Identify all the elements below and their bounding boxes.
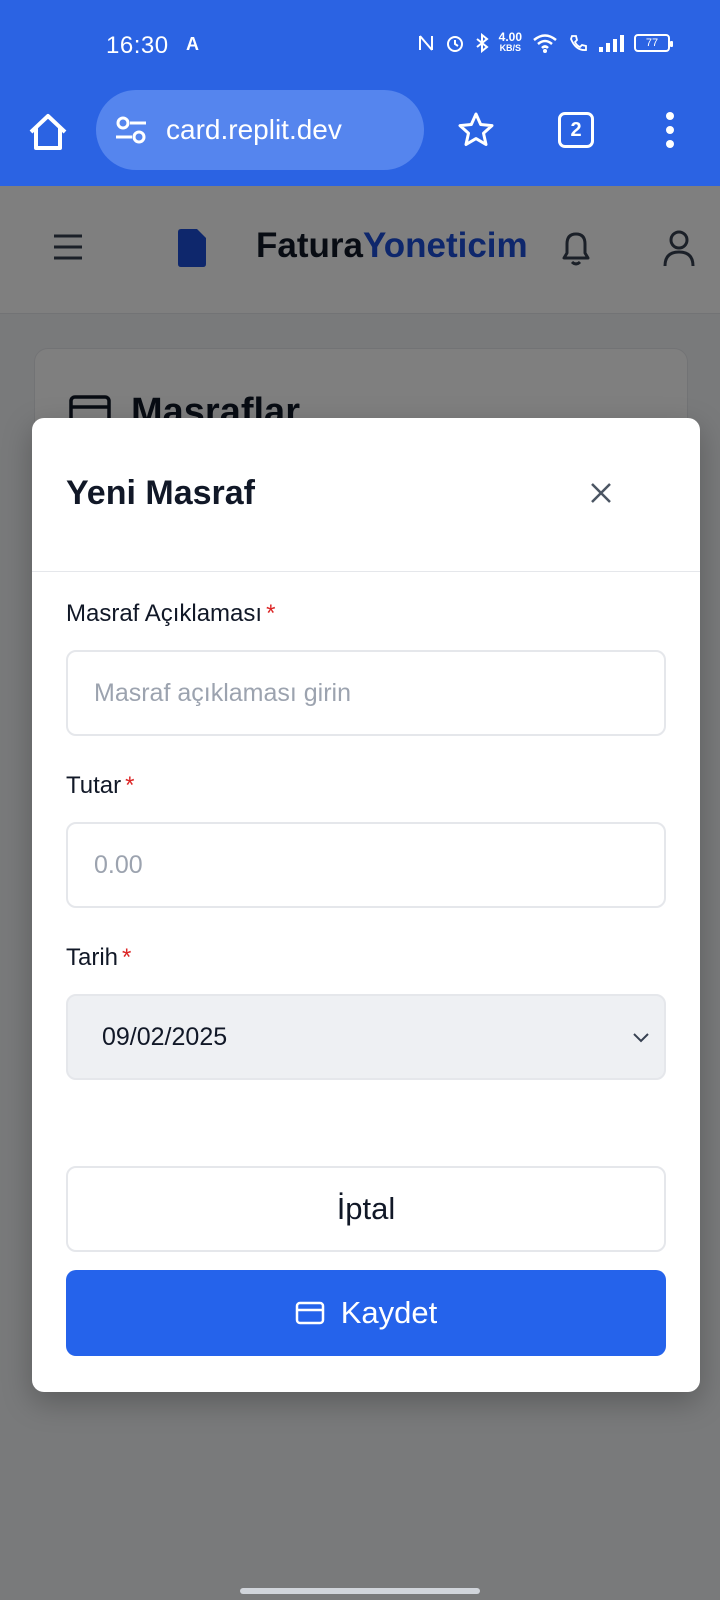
- battery-icon: 77: [634, 34, 673, 52]
- description-label: Masraf Açıklaması *: [66, 600, 276, 627]
- modal-title: Yeni Masraf: [66, 474, 255, 512]
- amount-label: Tutar *: [66, 772, 135, 799]
- cancel-button[interactable]: İptal: [66, 1166, 666, 1252]
- bluetooth-icon: [476, 33, 489, 53]
- description-input[interactable]: Masraf açıklaması girin: [66, 650, 666, 736]
- url-text: card.replit.dev: [166, 114, 342, 145]
- site-settings-icon[interactable]: [114, 113, 148, 147]
- alarm-icon: [446, 36, 463, 52]
- status-icons: 4.00 KB/S 77: [417, 30, 673, 54]
- date-label: Tarih *: [66, 944, 132, 971]
- amount-input[interactable]: 0.00: [66, 822, 666, 908]
- network-speed: 4.00 KB/S: [498, 30, 522, 53]
- date-picker[interactable]: 09/02/2025: [66, 994, 666, 1080]
- nfc-icon: [418, 35, 433, 51]
- browser-toolbar: card.replit.dev 2: [0, 90, 720, 186]
- address-bar[interactable]: card.replit.dev: [96, 90, 424, 170]
- app-notification-icon: A: [186, 34, 199, 54]
- signal-icon: [599, 35, 624, 52]
- new-expense-modal: Yeni Masraf Masraf Açıklaması * Masraf aç…: [32, 418, 700, 1392]
- home-gesture-bar[interactable]: [240, 1588, 480, 1594]
- close-icon[interactable]: [588, 480, 614, 506]
- home-icon[interactable]: [26, 110, 70, 154]
- status-bar: 16:30 A 4.00 KB/S 77: [0, 0, 720, 90]
- credit-card-icon: [295, 1301, 324, 1325]
- call-icon: [570, 35, 587, 51]
- tab-switcher-button[interactable]: 2: [558, 112, 594, 148]
- modal-header: Yeni Masraf: [32, 418, 700, 572]
- status-time: 16:30: [106, 32, 169, 59]
- more-options-icon[interactable]: [658, 110, 682, 150]
- chevron-down-icon: [633, 1033, 649, 1043]
- save-button[interactable]: Kaydet: [66, 1270, 666, 1356]
- wifi-icon: [533, 34, 557, 53]
- bookmark-star-icon[interactable]: [456, 110, 496, 150]
